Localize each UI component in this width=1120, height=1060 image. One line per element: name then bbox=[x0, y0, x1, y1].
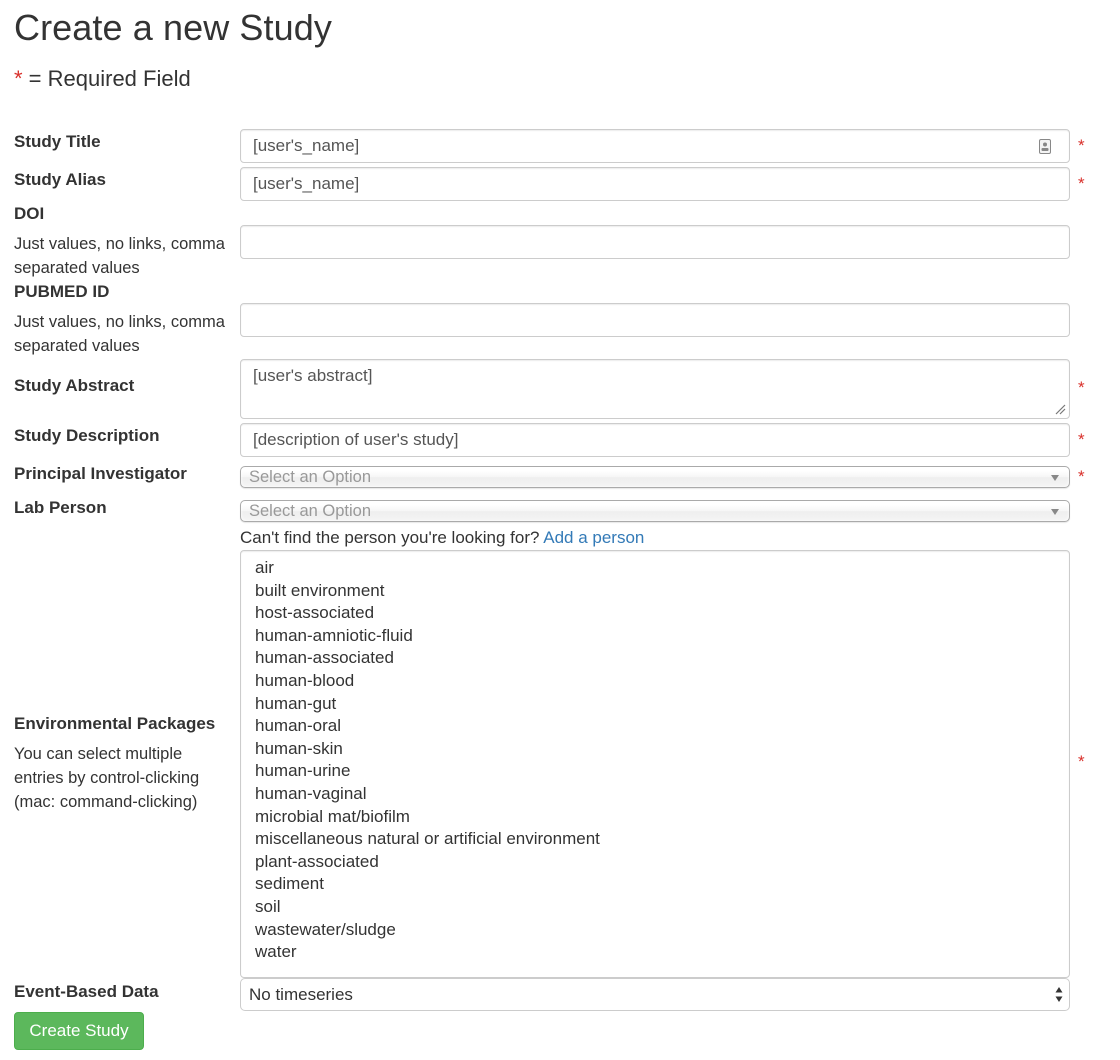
page-title: Create a new Study bbox=[14, 7, 332, 48]
study-title-required-star: * bbox=[1078, 136, 1085, 155]
study-abstract-textarea[interactable]: [user's abstract] bbox=[240, 359, 1070, 419]
study-description-input[interactable]: [description of user's study] bbox=[240, 423, 1070, 457]
required-star: * bbox=[14, 66, 23, 91]
event-based-data-label: Event-Based Data bbox=[14, 982, 159, 1001]
study-title-value: [user's_name] bbox=[253, 136, 360, 155]
study-title-label: Study Title bbox=[14, 132, 101, 151]
list-item[interactable]: plant-associated bbox=[255, 851, 1069, 874]
list-item[interactable]: human-oral bbox=[255, 715, 1069, 738]
principal-investigator-required-star: * bbox=[1078, 467, 1085, 486]
list-item[interactable]: wastewater/sludge bbox=[255, 919, 1069, 942]
list-item[interactable]: human-blood bbox=[255, 670, 1069, 693]
event-based-data-select[interactable]: No timeseries bbox=[240, 978, 1070, 1011]
resize-grip-icon[interactable] bbox=[1054, 403, 1066, 415]
study-alias-value: [user's_name] bbox=[253, 174, 360, 193]
add-person-hint-text: Can't find the person you're looking for… bbox=[240, 528, 544, 547]
list-item[interactable]: air bbox=[255, 557, 1069, 580]
list-item[interactable]: human-associated bbox=[255, 647, 1069, 670]
add-person-hint: Can't find the person you're looking for… bbox=[240, 527, 644, 549]
pubmed-id-input[interactable] bbox=[240, 303, 1070, 337]
required-note-text: = Required Field bbox=[22, 66, 191, 91]
lab-person-dropdown[interactable]: Select an Option bbox=[240, 500, 1070, 522]
doi-help-text: Just values, no links, comma separated v… bbox=[14, 235, 225, 277]
study-alias-label: Study Alias bbox=[14, 170, 106, 189]
principal-investigator-placeholder: Select an Option bbox=[249, 468, 371, 486]
list-item[interactable]: human-vaginal bbox=[255, 783, 1069, 806]
list-item[interactable]: miscellaneous natural or artificial envi… bbox=[255, 828, 1069, 851]
chevron-down-icon bbox=[1051, 475, 1059, 481]
list-item[interactable]: human-skin bbox=[255, 738, 1069, 761]
required-field-note: * = Required Field bbox=[14, 64, 191, 94]
list-item[interactable]: microbial mat/biofilm bbox=[255, 806, 1069, 829]
event-based-data-value: No timeseries bbox=[249, 985, 353, 1004]
list-item[interactable]: human-amniotic-fluid bbox=[255, 625, 1069, 648]
environmental-packages-label: Environmental Packages bbox=[14, 714, 216, 733]
pubmed-id-help-text: Just values, no links, comma separated v… bbox=[14, 313, 225, 355]
doi-input[interactable] bbox=[240, 225, 1070, 259]
study-description-value: [description of user's study] bbox=[253, 430, 459, 449]
study-description-label: Study Description bbox=[14, 426, 160, 445]
study-abstract-label: Study Abstract bbox=[14, 376, 135, 395]
doi-label: DOI bbox=[14, 204, 45, 223]
list-item[interactable]: sediment bbox=[255, 873, 1069, 896]
lab-person-label: Lab Person bbox=[14, 498, 107, 517]
list-item[interactable]: host-associated bbox=[255, 602, 1069, 625]
lab-person-placeholder: Select an Option bbox=[249, 502, 371, 520]
study-alias-input[interactable]: [user's_name] bbox=[240, 167, 1070, 201]
study-description-required-star: * bbox=[1078, 430, 1085, 449]
principal-investigator-dropdown[interactable]: Select an Option bbox=[240, 466, 1070, 488]
principal-investigator-label: Principal Investigator bbox=[14, 464, 187, 483]
list-item[interactable]: soil bbox=[255, 896, 1069, 919]
study-alias-required-star: * bbox=[1078, 174, 1085, 193]
add-person-link[interactable]: Add a person bbox=[543, 528, 644, 547]
environmental-packages-multiselect[interactable]: air built environment host-associated hu… bbox=[240, 550, 1070, 978]
list-item[interactable]: human-gut bbox=[255, 693, 1069, 716]
chevron-down-icon bbox=[1051, 509, 1059, 515]
environmental-packages-required-star: * bbox=[1078, 752, 1085, 771]
environmental-packages-help-text: You can select multiple entries by contr… bbox=[14, 745, 200, 811]
contact-card-icon[interactable] bbox=[1039, 139, 1051, 154]
list-item[interactable]: human-urine bbox=[255, 760, 1069, 783]
study-title-input[interactable]: [user's_name] bbox=[240, 129, 1070, 163]
create-study-button[interactable]: Create Study bbox=[14, 1012, 144, 1050]
up-down-arrows-icon bbox=[1055, 987, 1063, 1002]
list-item[interactable]: water bbox=[255, 941, 1069, 964]
study-abstract-required-star: * bbox=[1078, 378, 1085, 397]
study-abstract-value: [user's abstract] bbox=[253, 366, 373, 385]
list-item[interactable]: built environment bbox=[255, 580, 1069, 603]
pubmed-id-label: PUBMED ID bbox=[14, 282, 110, 301]
